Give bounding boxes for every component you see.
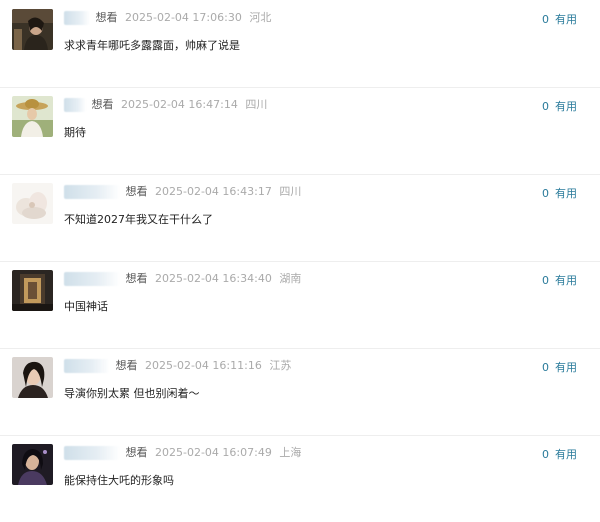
comment-item: 想看 2025-02-04 16:11:16 江苏 导演你别太累 但也别闲着～ … <box>0 348 600 436</box>
username-link[interactable] <box>64 272 120 286</box>
avatar[interactable] <box>12 444 53 485</box>
avatar[interactable] <box>12 183 53 224</box>
vote-label: 有用 <box>555 274 577 287</box>
comment-item: 想看 2025-02-04 16:43:17 四川 不知道2027年我又在干什么… <box>0 174 600 262</box>
comment-time: 2025-02-04 16:11:16 <box>145 359 262 372</box>
rating-status: 想看 <box>91 98 114 111</box>
comment-meta: 想看 2025-02-04 17:06:30 河北 <box>64 11 271 25</box>
username-link[interactable] <box>64 185 120 199</box>
useful-vote-button[interactable]: 0 有用 <box>542 98 577 114</box>
comment-text: 中国神话 <box>64 300 108 313</box>
avatar-image <box>12 9 53 50</box>
comment-location: 河北 <box>249 11 272 24</box>
vote-label: 有用 <box>555 361 577 374</box>
comment-time: 2025-02-04 16:43:17 <box>155 185 272 198</box>
comment-item: 想看 2025-02-04 16:47:14 四川 期待 0 有用 <box>0 87 600 175</box>
rating-status: 想看 <box>125 446 148 459</box>
comment-meta: 想看 2025-02-04 16:07:49 上海 <box>64 446 301 460</box>
username-link[interactable] <box>64 98 86 112</box>
vote-count: 0 <box>542 13 549 26</box>
comment-item: 想看 2025-02-04 16:07:49 上海 能保持住大吒的形象吗 0 有用 <box>0 435 600 522</box>
comment-location: 上海 <box>279 446 302 459</box>
avatar[interactable] <box>12 9 53 50</box>
avatar-image <box>12 183 53 224</box>
username-link[interactable] <box>64 446 120 460</box>
useful-vote-button[interactable]: 0 有用 <box>542 359 577 375</box>
comment-meta: 想看 2025-02-04 16:47:14 四川 <box>64 98 267 112</box>
comment-text: 不知道2027年我又在干什么了 <box>64 213 213 226</box>
vote-count: 0 <box>542 274 549 287</box>
comment-text: 导演你别太累 但也别闲着～ <box>64 387 200 400</box>
rating-status: 想看 <box>115 359 138 372</box>
comment-location: 四川 <box>279 185 302 198</box>
useful-vote-button[interactable]: 0 有用 <box>542 272 577 288</box>
avatar[interactable] <box>12 96 53 137</box>
vote-count: 0 <box>542 448 549 461</box>
comment-text: 能保持住大吒的形象吗 <box>64 474 174 487</box>
vote-label: 有用 <box>555 100 577 113</box>
rating-status: 想看 <box>125 272 148 285</box>
comment-list: 想看 2025-02-04 17:06:30 河北 求求青年哪吒多露露面，帅麻了… <box>0 0 600 498</box>
vote-label: 有用 <box>555 187 577 200</box>
useful-vote-button[interactable]: 0 有用 <box>542 11 577 27</box>
avatar-image <box>12 444 53 485</box>
useful-vote-button[interactable]: 0 有用 <box>542 185 577 201</box>
vote-label: 有用 <box>555 13 577 26</box>
rating-status: 想看 <box>95 11 118 24</box>
comment-item: 想看 2025-02-04 16:34:40 湖南 中国神话 0 有用 <box>0 261 600 349</box>
comment-location: 四川 <box>245 98 268 111</box>
comment-time: 2025-02-04 16:07:49 <box>155 446 272 459</box>
avatar[interactable] <box>12 357 53 398</box>
comment-text: 期待 <box>64 126 86 139</box>
comment-time: 2025-02-04 16:47:14 <box>121 98 238 111</box>
vote-count: 0 <box>542 187 549 200</box>
avatar-image <box>12 357 53 398</box>
vote-count: 0 <box>542 100 549 113</box>
comment-location: 江苏 <box>269 359 292 372</box>
useful-vote-button[interactable]: 0 有用 <box>542 446 577 462</box>
avatar[interactable] <box>12 270 53 311</box>
comment-location: 湖南 <box>279 272 302 285</box>
comment-text: 求求青年哪吒多露露面，帅麻了说是 <box>64 39 240 52</box>
username-link[interactable] <box>64 11 90 25</box>
vote-count: 0 <box>542 361 549 374</box>
rating-status: 想看 <box>125 185 148 198</box>
avatar-image <box>12 270 53 311</box>
avatar-image <box>12 96 53 137</box>
comment-time: 2025-02-04 16:34:40 <box>155 272 272 285</box>
comment-meta: 想看 2025-02-04 16:11:16 江苏 <box>64 359 291 373</box>
comment-meta: 想看 2025-02-04 16:43:17 四川 <box>64 185 301 199</box>
username-link[interactable] <box>64 359 110 373</box>
comment-item: 想看 2025-02-04 17:06:30 河北 求求青年哪吒多露露面，帅麻了… <box>0 0 600 88</box>
vote-label: 有用 <box>555 448 577 461</box>
comment-time: 2025-02-04 17:06:30 <box>125 11 242 24</box>
comment-meta: 想看 2025-02-04 16:34:40 湖南 <box>64 272 301 286</box>
